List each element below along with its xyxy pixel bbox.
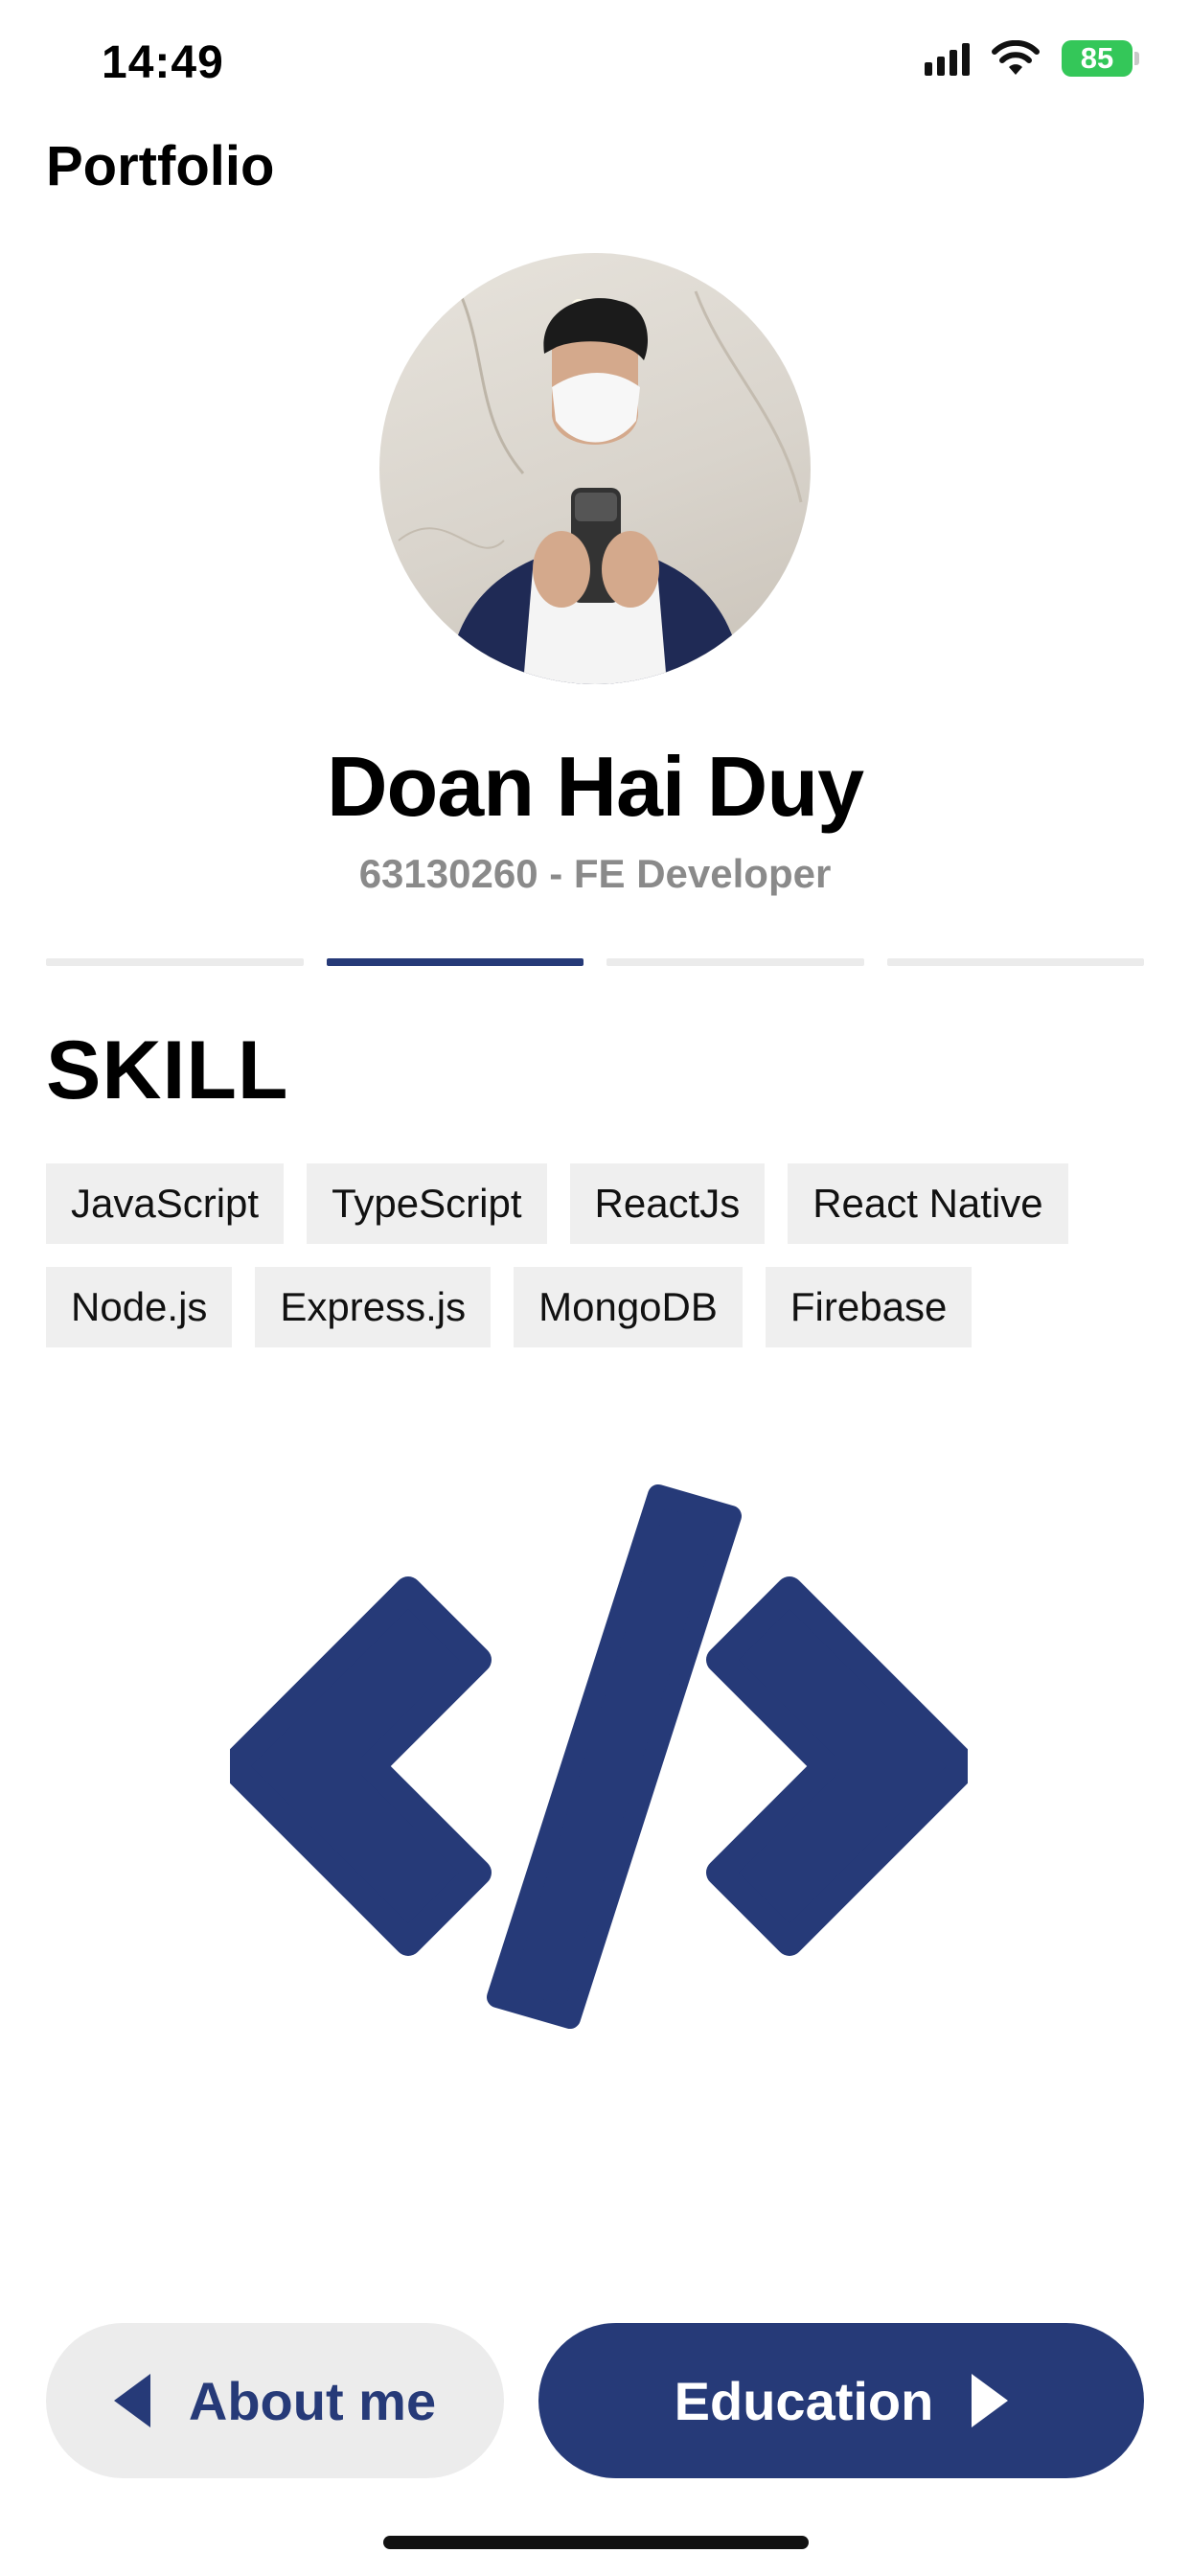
profile-photo	[398, 253, 803, 684]
profile-name: Doan Hai Duy	[326, 739, 864, 834]
battery-level: 85	[1080, 41, 1114, 75]
status-time: 14:49	[102, 37, 224, 88]
skill-chip: Node.js	[46, 1267, 233, 1347]
education-button[interactable]: Education	[538, 2323, 1144, 2478]
about-me-button[interactable]: About me	[46, 2323, 504, 2478]
section-title: SKILL	[46, 1024, 289, 1116]
portfolio-screen: 14:49 85 Portfolio Doan Hai Duy 63130260…	[0, 0, 1190, 2576]
skill-chip: TypeScript	[307, 1163, 547, 1244]
avatar	[379, 253, 811, 684]
progress-segment-2	[326, 958, 584, 966]
skill-chip: Firebase	[765, 1267, 973, 1347]
wifi-icon	[992, 40, 1040, 75]
status-icons: 85	[925, 40, 1139, 77]
battery-charging-icon: 85	[1062, 40, 1139, 77]
profile-subtitle: 63130260 - FE Developer	[358, 851, 832, 896]
code-icon	[230, 1484, 968, 2029]
about-me-label: About me	[188, 2370, 437, 2431]
caret-right-icon	[972, 2374, 1009, 2427]
skill-chip: Express.js	[255, 1267, 492, 1347]
home-indicator[interactable]	[383, 2536, 809, 2549]
skill-chip: ReactJs	[569, 1163, 766, 1244]
progress-segment-3	[606, 958, 864, 966]
progress-segment-4	[886, 958, 1144, 966]
skill-chip: MongoDB	[514, 1267, 743, 1347]
step-progress	[46, 958, 1144, 966]
page-title: Portfolio	[46, 135, 275, 197]
education-label: Education	[674, 2370, 934, 2431]
caret-left-icon	[113, 2374, 150, 2427]
signal-icon	[925, 41, 970, 76]
progress-segment-1	[46, 958, 304, 966]
skill-chip: React Native	[788, 1163, 1068, 1244]
skill-list: JavaScript TypeScript ReactJs React Nati…	[46, 1163, 1157, 1347]
skill-chip: JavaScript	[46, 1163, 285, 1244]
